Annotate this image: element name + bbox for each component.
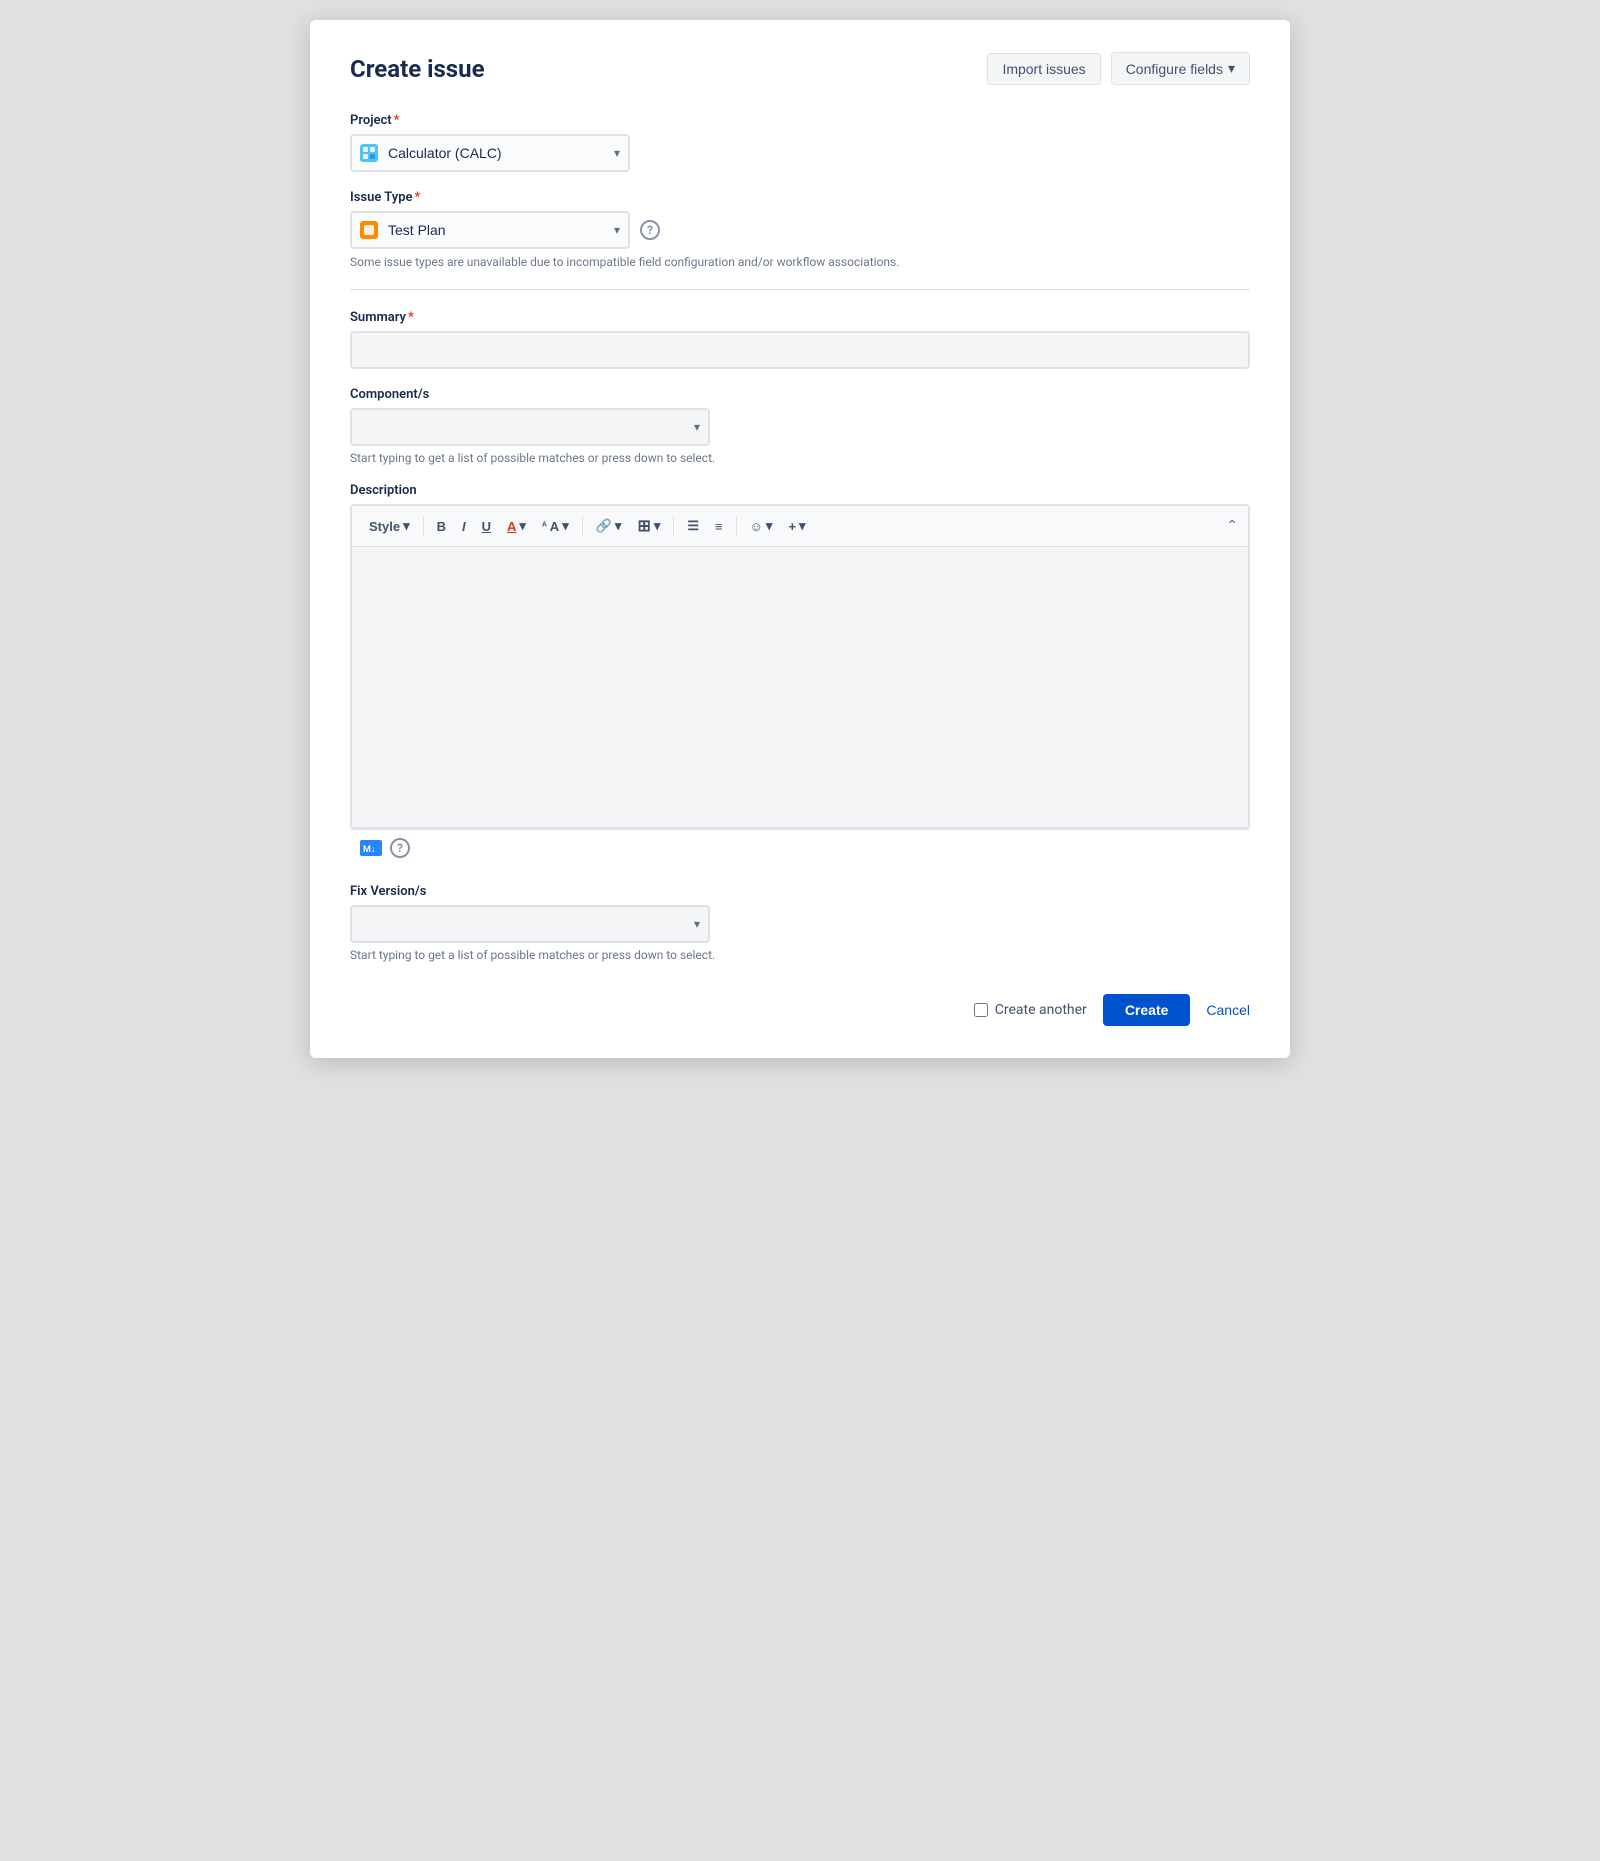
toolbar-underline-button[interactable]: U (475, 515, 498, 538)
project-label: Project * (350, 113, 1250, 128)
component-select-wrapper: ▾ (350, 408, 710, 446)
description-editor: Style ▾ B I U A ▾ ᴬA (350, 504, 1250, 829)
plus-chevron-icon: ▾ (799, 518, 806, 534)
fix-version-select-wrapper: ▾ (350, 905, 710, 943)
toolbar-bold-button[interactable]: B (430, 515, 453, 538)
component-field-section: Component/s ▾ Start typing to get a list… (350, 387, 1250, 465)
cancel-button[interactable]: Cancel (1206, 1002, 1250, 1018)
description-editor-body[interactable] (352, 547, 1248, 827)
link-icon: 🔗 (596, 518, 612, 534)
toolbar-link-button[interactable]: 🔗 ▾ (589, 514, 629, 538)
editor-collapse-icon[interactable]: ⌃ (1226, 518, 1238, 534)
text-color-chevron-icon: ▾ (519, 518, 526, 534)
toolbar-plus-button[interactable]: + ▾ (781, 514, 812, 538)
editor-footer: M↓ ? (350, 829, 1250, 866)
summary-field-section: Summary * (350, 310, 1250, 369)
issue-type-select[interactable]: Test Plan (350, 211, 630, 249)
text-color-a-icon: A (507, 519, 516, 534)
emoji-icon: ☺ (750, 519, 763, 534)
svg-text:M↓: M↓ (363, 845, 375, 854)
summary-required-star: * (408, 310, 414, 325)
fix-version-select[interactable] (350, 905, 710, 943)
create-another-row: Create another (974, 1002, 1087, 1018)
issue-type-row: Test Plan ▾ ? (350, 211, 1250, 249)
component-select[interactable] (350, 408, 710, 446)
font-size-chevron-icon: ▾ (562, 518, 569, 534)
toolbar-separator-2 (582, 516, 583, 536)
project-select[interactable]: Calculator (CALC) (350, 134, 630, 172)
issue-type-select-wrapper: Test Plan ▾ (350, 211, 630, 249)
bullet-list-icon: ☰ (687, 518, 699, 534)
project-select-wrapper: Calculator (CALC) ▾ (350, 134, 630, 172)
create-issue-modal: Create issue Import issues Configure fie… (310, 20, 1290, 1058)
project-field-section: Project * Calculator (CALC) ▾ (350, 113, 1250, 172)
issue-type-field-section: Issue Type * Test Plan ▾ ? Some issue ty… (350, 190, 1250, 269)
editor-markdown-icon: M↓ (360, 840, 382, 856)
create-another-checkbox[interactable] (974, 1003, 988, 1017)
editor-toolbar: Style ▾ B I U A ▾ ᴬA (352, 506, 1248, 547)
toolbar-separator-1 (423, 516, 424, 536)
component-hint-text: Start typing to get a list of possible m… (350, 451, 1250, 465)
page-title: Create issue (350, 55, 485, 83)
toolbar-separator-3 (673, 516, 674, 536)
toolbar-font-size-button[interactable]: ᴬA ▾ (535, 514, 576, 538)
fix-version-hint-text: Start typing to get a list of possible m… (350, 948, 1250, 962)
emoji-chevron-icon: ▾ (766, 518, 773, 534)
table-icon: ⊞ (637, 516, 650, 536)
toolbar-italic-button[interactable]: I (455, 515, 473, 538)
plus-icon: + (788, 519, 796, 534)
description-help-icon[interactable]: ? (390, 838, 410, 858)
description-label: Description (350, 483, 1250, 498)
fix-version-field-section: Fix Version/s ▾ Start typing to get a li… (350, 884, 1250, 962)
import-issues-button[interactable]: Import issues (987, 53, 1100, 85)
create-another-label[interactable]: Create another (995, 1002, 1087, 1018)
toolbar-style-button[interactable]: Style ▾ (362, 514, 417, 538)
summary-label: Summary * (350, 310, 1250, 325)
issue-type-label: Issue Type * (350, 190, 1250, 205)
header-buttons: Import issues Configure fields ▾ (987, 52, 1250, 85)
table-chevron-icon: ▾ (654, 518, 661, 534)
description-field-section: Description Style ▾ B I U A (350, 483, 1250, 866)
chevron-down-icon: ▾ (1228, 60, 1235, 77)
summary-input[interactable] (350, 331, 1250, 369)
issue-type-info-text: Some issue types are unavailable due to … (350, 255, 1250, 269)
toolbar-table-button[interactable]: ⊞ ▾ (630, 512, 667, 540)
modal-header: Create issue Import issues Configure fie… (350, 52, 1250, 85)
toolbar-emoji-button[interactable]: ☺ ▾ (743, 514, 780, 538)
toolbar-numbered-list-button[interactable]: ≡ (708, 515, 730, 538)
create-button[interactable]: Create (1103, 994, 1191, 1026)
project-required-star: * (394, 113, 400, 128)
toolbar-separator-4 (736, 516, 737, 536)
form-footer: Create another Create Cancel (350, 994, 1250, 1026)
toolbar-bullet-list-button[interactable]: ☰ (680, 514, 706, 538)
link-chevron-icon: ▾ (615, 518, 622, 534)
component-label: Component/s (350, 387, 1250, 402)
fix-version-label: Fix Version/s (350, 884, 1250, 899)
issue-type-required-star: * (415, 190, 421, 205)
configure-fields-button[interactable]: Configure fields ▾ (1111, 52, 1250, 85)
issue-type-help-icon[interactable]: ? (640, 220, 660, 240)
style-chevron-icon: ▾ (403, 518, 410, 534)
section-divider (350, 289, 1250, 290)
toolbar-text-color-button[interactable]: A ▾ (500, 514, 533, 538)
numbered-list-icon: ≡ (715, 519, 723, 534)
